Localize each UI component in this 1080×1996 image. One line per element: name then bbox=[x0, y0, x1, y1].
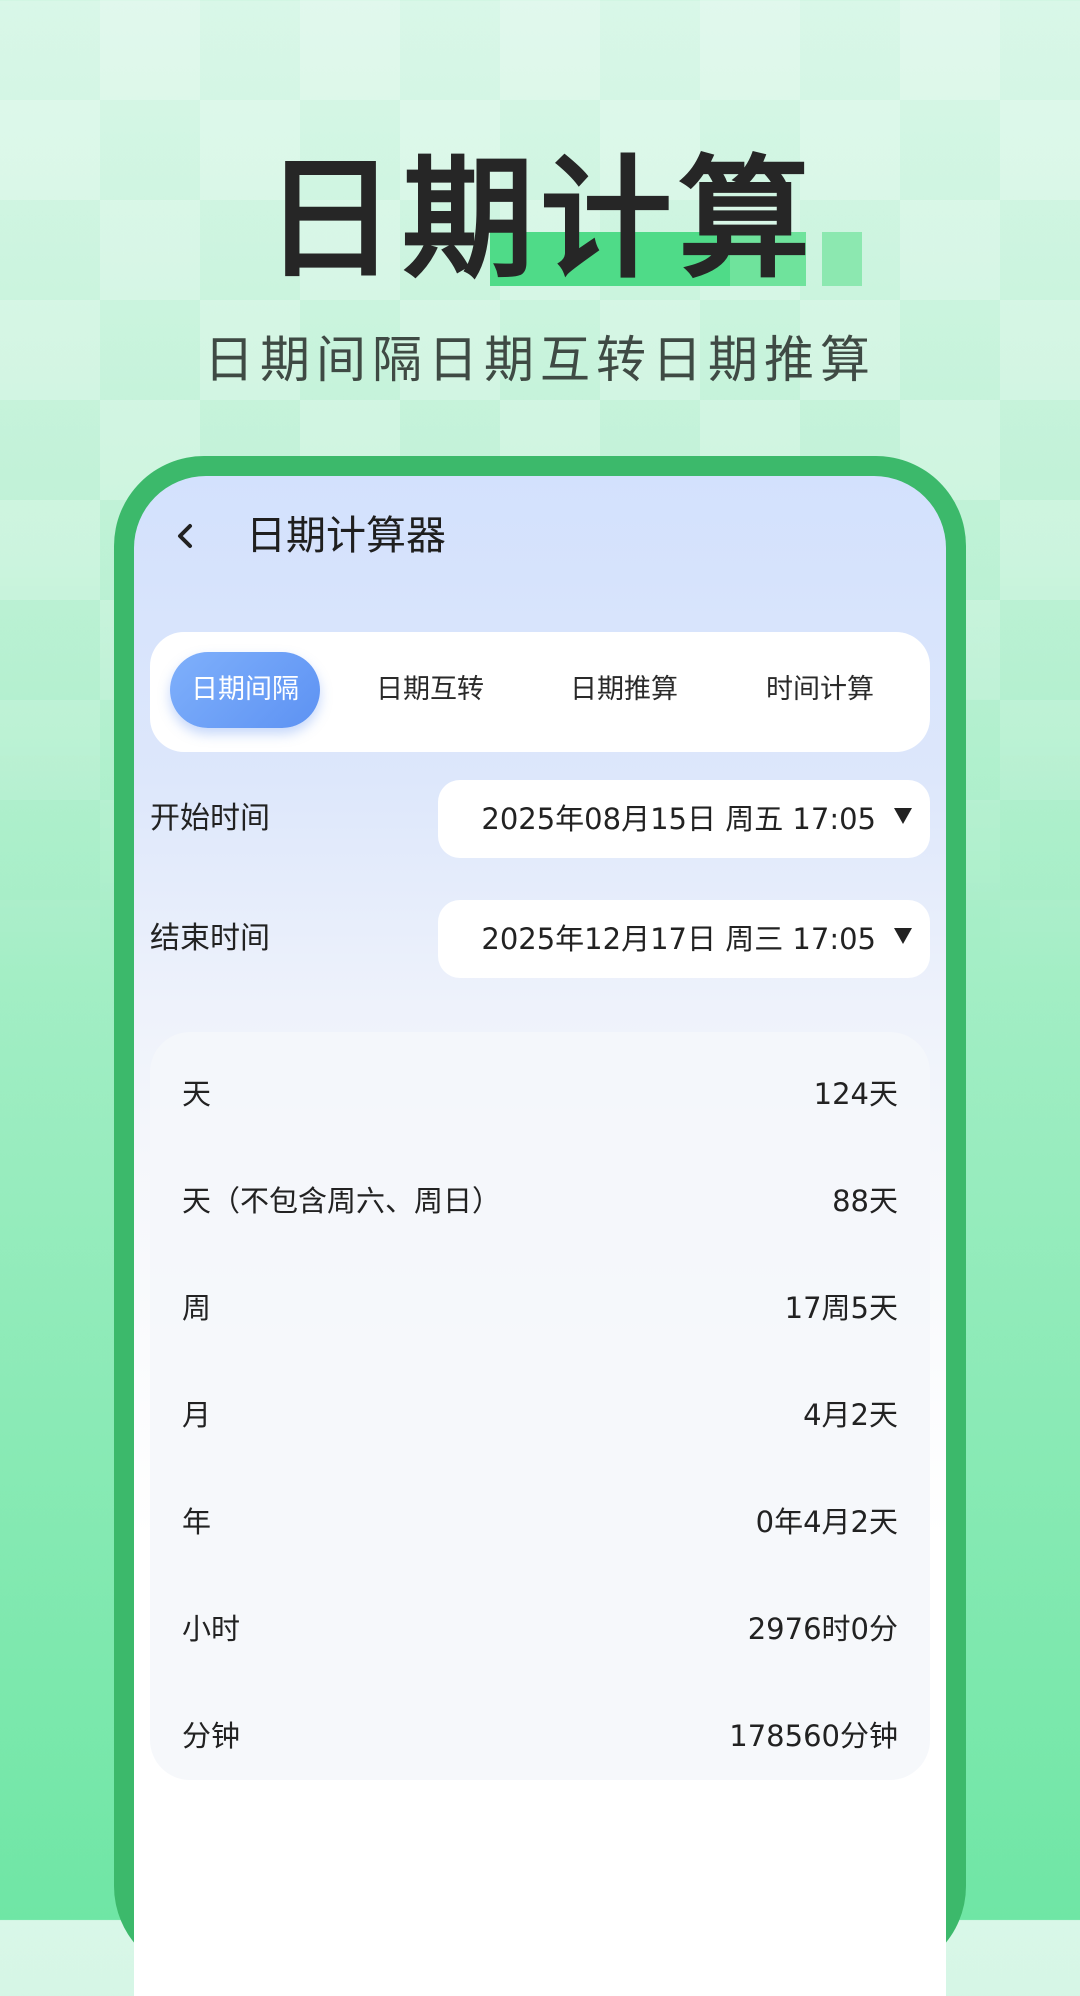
result-label: 天（不包含周六、周日） bbox=[182, 1184, 502, 1218]
caret-down-icon bbox=[894, 928, 912, 944]
hero-header: 日期计算 bbox=[0, 150, 1080, 290]
hero-title: 日期计算 bbox=[264, 143, 816, 297]
end-time-label: 结束时间 bbox=[150, 921, 270, 956]
phone-screen: 日期计算器 日期间隔 日期互转 日期推算 时间计算 开始时间 2025年08月1… bbox=[134, 476, 946, 1996]
results-card: 天 124天 天（不包含周六、周日） 88天 周 17周5天 月 4月2天 年 … bbox=[150, 1032, 930, 1780]
tab-date-interval[interactable]: 日期间隔 bbox=[170, 652, 320, 728]
nav-bar: 日期计算器 bbox=[134, 476, 946, 596]
result-value: 2976时0分 bbox=[747, 1612, 898, 1646]
result-value: 0年4月2天 bbox=[755, 1505, 898, 1539]
result-label: 小时 bbox=[182, 1612, 241, 1646]
result-label: 分钟 bbox=[182, 1719, 241, 1753]
chevron-left-icon[interactable] bbox=[170, 516, 200, 556]
result-label: 周 bbox=[182, 1291, 212, 1325]
hero-subtitle: 日期间隔日期互转日期推算 bbox=[204, 331, 876, 389]
result-value: 88天 bbox=[832, 1184, 898, 1218]
result-value: 4月2天 bbox=[803, 1398, 898, 1432]
caret-down-icon bbox=[894, 808, 912, 824]
result-row-hours: 小时 2976时0分 bbox=[150, 1599, 930, 1659]
result-label: 年 bbox=[182, 1505, 212, 1539]
start-time-value: 2025年08月15日 周五 17:05 bbox=[481, 802, 876, 836]
tab-time-calc[interactable]: 时间计算 bbox=[740, 652, 900, 728]
tab-bar: 日期间隔 日期互转 日期推算 时间计算 bbox=[150, 632, 930, 752]
result-value: 178560分钟 bbox=[729, 1719, 898, 1753]
result-row-years: 年 0年4月2天 bbox=[150, 1492, 930, 1552]
page-title: 日期计算器 bbox=[246, 513, 446, 559]
result-label: 月 bbox=[182, 1398, 212, 1432]
result-row-days: 天 124天 bbox=[150, 1064, 930, 1124]
tab-date-convert[interactable]: 日期互转 bbox=[350, 652, 510, 728]
result-label: 天 bbox=[182, 1077, 212, 1111]
result-row-workdays: 天（不包含周六、周日） 88天 bbox=[150, 1171, 930, 1231]
result-value: 17周5天 bbox=[784, 1291, 898, 1325]
result-row-weeks: 周 17周5天 bbox=[150, 1278, 930, 1338]
start-time-picker[interactable]: 2025年08月15日 周五 17:05 bbox=[438, 780, 930, 858]
end-time-picker[interactable]: 2025年12月17日 周三 17:05 bbox=[438, 900, 930, 978]
tab-date-reckon[interactable]: 日期推算 bbox=[544, 652, 704, 728]
result-row-months: 月 4月2天 bbox=[150, 1385, 930, 1445]
start-time-label: 开始时间 bbox=[150, 801, 270, 836]
end-time-value: 2025年12月17日 周三 17:05 bbox=[481, 922, 876, 956]
result-row-minutes: 分钟 178560分钟 bbox=[150, 1706, 930, 1766]
result-value: 124天 bbox=[813, 1077, 898, 1111]
phone-frame: 日期计算器 日期间隔 日期互转 日期推算 时间计算 开始时间 2025年08月1… bbox=[114, 456, 966, 1996]
